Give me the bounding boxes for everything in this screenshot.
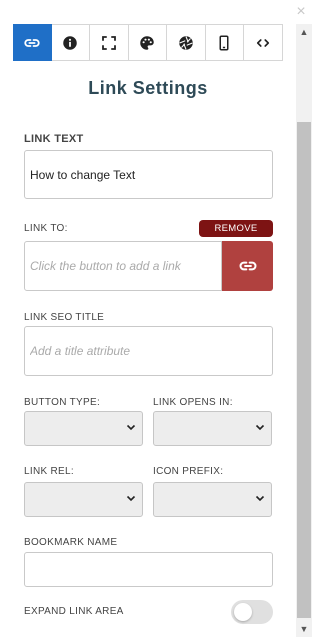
chevron-down-icon [255, 495, 265, 502]
link-icon [239, 261, 256, 271]
tab-responsive[interactable] [205, 24, 244, 61]
expand-link-area-toggle[interactable] [231, 600, 273, 624]
tab-effects[interactable] [167, 24, 206, 61]
toggle-knob[interactable] [234, 603, 252, 621]
fullscreen-icon [101, 35, 116, 50]
chevron-down-icon [126, 424, 136, 431]
link-to-label: LINK TO: [24, 223, 68, 234]
link-opens-in-label: LINK OPENS IN: [153, 397, 233, 408]
link-opens-in-select[interactable] [153, 411, 272, 446]
mobile-icon [219, 35, 229, 50]
icon-prefix-select[interactable] [153, 482, 272, 517]
tab-info[interactable] [51, 24, 90, 61]
info-icon [63, 35, 77, 50]
scroll-up-arrow-icon[interactable]: ▲ [296, 24, 312, 40]
button-type-label: BUTTON TYPE: [24, 397, 101, 408]
scroll-down-arrow-icon[interactable]: ▼ [296, 621, 312, 637]
link-url-input[interactable] [24, 241, 222, 291]
panel-scrollbar[interactable]: ▲ ▼ [296, 24, 312, 637]
tab-fullscreen[interactable] [90, 24, 129, 61]
seo-title-label: LINK SEO TITLE [24, 312, 105, 323]
chevron-down-icon [255, 424, 265, 431]
scroll-thumb[interactable] [297, 122, 311, 618]
button-type-select[interactable] [24, 411, 143, 446]
seo-title-input[interactable] [24, 326, 273, 376]
bookmark-name-input[interactable] [24, 552, 273, 587]
chevron-down-icon [126, 495, 136, 502]
link-icon [24, 38, 40, 47]
tab-link[interactable] [13, 24, 52, 61]
link-text-input[interactable] [24, 150, 273, 199]
link-text-label: LINK TEXT [24, 133, 84, 145]
panel-title: Link Settings [88, 78, 208, 98]
palette-icon [140, 35, 154, 50]
expand-link-area-label: EXPAND LINK AREA [24, 606, 124, 617]
remove-link-button[interactable]: REMOVE [199, 220, 273, 237]
icon-prefix-label: ICON PREFIX: [153, 466, 224, 477]
settings-tabbar [13, 24, 283, 62]
link-rel-label: LINK REL: [24, 466, 74, 477]
link-rel-select[interactable] [24, 482, 143, 517]
tab-style[interactable] [128, 24, 167, 61]
aperture-icon [179, 35, 193, 50]
code-icon [256, 38, 269, 47]
tab-code[interactable] [244, 24, 283, 61]
add-link-button[interactable] [222, 241, 273, 291]
bookmark-name-label: BOOKMARK NAME [24, 537, 118, 548]
close-button[interactable]: × [294, 4, 308, 20]
